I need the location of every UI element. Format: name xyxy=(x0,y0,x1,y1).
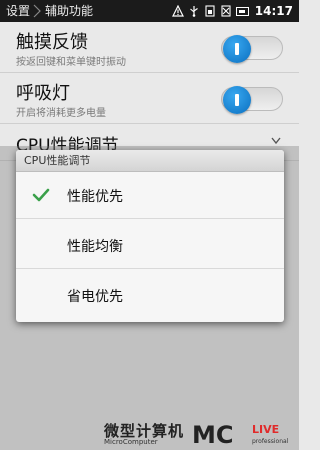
toggle-knob xyxy=(223,86,251,114)
toggle-knob xyxy=(223,35,251,63)
status-time: 14:17 xyxy=(254,4,293,18)
status-icons: 14:17 xyxy=(171,3,293,19)
setting-title: 触摸反馈 xyxy=(16,32,88,53)
status-bar: 设置 辅助功能 14:17 xyxy=(0,0,299,22)
cpu-performance-dialog: CPU性能调节 性能优先 性能均衡 省电优先 xyxy=(16,150,284,322)
option-label: 性能优先 xyxy=(67,189,123,205)
no-sim-icon xyxy=(221,5,231,17)
option-label: 性能均衡 xyxy=(67,239,123,255)
settings-list: 触摸反馈 按返回键和菜单键时振动 呼吸灯 开启将消耗更多电量 CPU性能调节 xyxy=(0,22,299,161)
option-label: 省电优先 xyxy=(67,289,123,305)
setting-breathing-light[interactable]: 呼吸灯 开启将消耗更多电量 xyxy=(0,73,299,124)
breadcrumb-accessibility: 辅助功能 xyxy=(45,4,94,18)
touch-feedback-toggle[interactable] xyxy=(221,35,283,63)
setting-summary: 按返回键和菜单键时振动 xyxy=(16,57,126,68)
setting-title: 呼吸灯 xyxy=(16,83,70,104)
breathing-light-toggle[interactable] xyxy=(221,86,283,114)
setting-touch-feedback[interactable]: 触摸反馈 按返回键和菜单键时振动 xyxy=(0,22,299,73)
svg-text:professional: professional xyxy=(252,438,289,445)
breadcrumb-settings[interactable]: 设置 xyxy=(6,3,30,19)
breadcrumb-separator-icon xyxy=(33,4,41,18)
option-power-saving[interactable]: 省电优先 xyxy=(16,272,284,319)
dialog-title: CPU性能调节 xyxy=(16,150,284,172)
setting-summary: 开启将消耗更多电量 xyxy=(16,108,106,119)
check-icon xyxy=(32,188,50,202)
sim-icon xyxy=(205,5,215,17)
mc-live-logo: MC LIVE professional xyxy=(192,421,289,447)
option-performance-first[interactable]: 性能优先 xyxy=(16,172,284,219)
chevron-down-icon xyxy=(271,137,281,145)
usb-icon xyxy=(189,6,198,17)
svg-text:LIVE: LIVE xyxy=(252,423,279,436)
watermark-en: MicroComputer xyxy=(104,438,158,446)
option-balanced[interactable]: 性能均衡 xyxy=(16,222,284,269)
battery-icon xyxy=(235,6,249,16)
warning-icon xyxy=(171,5,184,17)
svg-text:MC: MC xyxy=(192,421,234,447)
